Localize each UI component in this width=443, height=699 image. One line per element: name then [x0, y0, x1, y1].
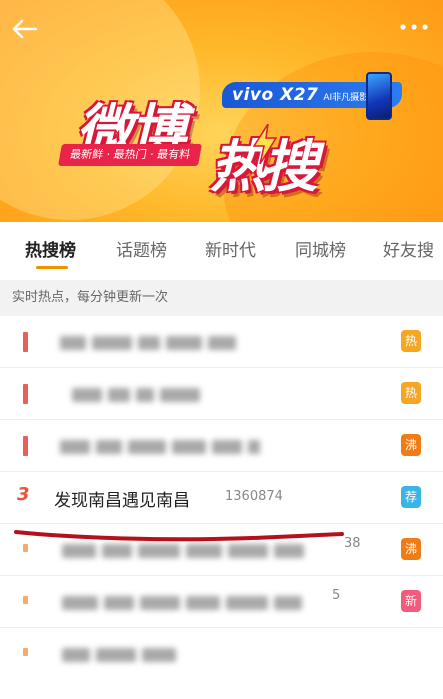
- ranking-tabs: 热搜榜 话题榜 新时代 同城榜 好友搜: [0, 222, 443, 280]
- tab-topics[interactable]: 话题榜: [116, 236, 167, 261]
- banner-tagline: 最新鲜 · 最热门 · 最有料: [58, 144, 202, 166]
- rank-marker: [23, 436, 28, 456]
- tab-local[interactable]: 同城榜: [295, 236, 346, 261]
- tab-new-era[interactable]: 新时代: [205, 236, 256, 261]
- weibo-hot-search-logo: vivo X27 AI非凡摄影 微博 热搜 最新鲜 · 最热门 · 最有料: [58, 64, 403, 200]
- red-underline-annotation: [14, 530, 344, 542]
- rank-marker: [23, 332, 28, 352]
- back-arrow-icon[interactable]: [10, 14, 40, 44]
- search-count: 1360874: [225, 489, 283, 504]
- list-item[interactable]: 热: [0, 316, 443, 368]
- boiling-badge: 沸: [401, 538, 421, 560]
- list-item[interactable]: [0, 628, 443, 680]
- redacted-title: [72, 384, 206, 404]
- list-item-featured[interactable]: 3 发现南昌遇见南昌 1360874 荐: [0, 472, 443, 524]
- hot-search-banner: vivo X27 AI非凡摄影 微博 热搜 最新鲜 · 最热门 · 最有料: [0, 0, 443, 222]
- active-tab-indicator: [36, 266, 68, 269]
- rank-marker: [23, 384, 28, 404]
- new-badge: 新: [401, 590, 421, 612]
- list-item[interactable]: 沸: [0, 420, 443, 472]
- rank-marker: [23, 544, 28, 552]
- list-item[interactable]: 5 新: [0, 576, 443, 628]
- hot-badge: 热: [401, 330, 421, 352]
- list-subheader: 实时热点，每分钟更新一次: [0, 280, 443, 316]
- list-item[interactable]: 热: [0, 368, 443, 420]
- tab-hot-search[interactable]: 热搜榜: [25, 236, 76, 261]
- boiling-badge: 沸: [401, 434, 421, 456]
- ad-slogan: AI非凡摄影: [323, 93, 369, 103]
- phone-image: [366, 72, 392, 120]
- ad-brand: vivo X27: [232, 85, 319, 105]
- trailing-count: 38: [344, 536, 361, 551]
- lightning-bolt-icon: [252, 124, 278, 164]
- tab-friends[interactable]: 好友搜: [383, 236, 434, 261]
- redacted-title: [60, 332, 242, 352]
- trailing-count: 5: [332, 588, 341, 603]
- rank-number: 3: [17, 484, 30, 505]
- more-options-icon[interactable]: [397, 16, 431, 38]
- hot-badge: 热: [401, 382, 421, 404]
- rank-marker: [23, 596, 28, 604]
- redacted-title: [62, 644, 182, 664]
- hot-topic-title: 发现南昌遇见南昌: [54, 491, 190, 511]
- rank-marker: [23, 648, 28, 656]
- redacted-title: [60, 436, 266, 456]
- recommend-badge: 荐: [401, 486, 421, 508]
- redacted-title: [62, 592, 308, 612]
